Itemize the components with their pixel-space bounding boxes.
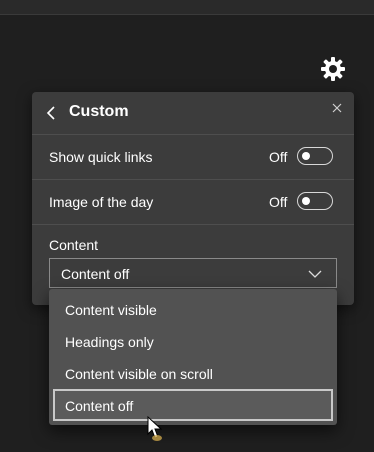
gear-icon[interactable] xyxy=(320,56,346,82)
content-select-value: Content off xyxy=(61,266,130,282)
chevron-left-icon[interactable] xyxy=(42,103,62,123)
image-of-the-day-state: Off xyxy=(269,194,288,210)
image-of-the-day-row: Image of the day Off xyxy=(32,179,354,225)
mouse-cursor-icon xyxy=(147,415,167,442)
panel-header: Custom xyxy=(32,92,354,134)
customize-panel: Custom Show quick links Off Image of the… xyxy=(32,92,354,305)
option-content-off[interactable]: Content off xyxy=(53,389,333,421)
image-of-the-day-label: Image of the day xyxy=(49,194,154,210)
option-headings-only[interactable]: Headings only xyxy=(53,325,333,357)
option-content-visible[interactable]: Content visible xyxy=(53,293,333,325)
quick-links-toggle[interactable] xyxy=(297,147,333,165)
toggle-knob xyxy=(302,152,310,160)
toggle-knob xyxy=(302,197,310,205)
browser-top-bar xyxy=(0,0,374,15)
close-icon[interactable] xyxy=(329,100,345,116)
option-content-visible-on-scroll[interactable]: Content visible on scroll xyxy=(53,357,333,389)
content-label: Content xyxy=(49,237,99,253)
divider xyxy=(32,224,354,225)
chevron-down-icon xyxy=(308,267,322,279)
content-dropdown-list: Content visible Headings only Content vi… xyxy=(49,289,337,425)
quick-links-row: Show quick links Off xyxy=(32,134,354,180)
quick-links-label: Show quick links xyxy=(49,149,153,165)
content-select[interactable]: Content off xyxy=(49,258,337,288)
image-of-the-day-toggle[interactable] xyxy=(297,192,333,210)
quick-links-state: Off xyxy=(269,149,288,165)
panel-title: Custom xyxy=(69,103,129,120)
